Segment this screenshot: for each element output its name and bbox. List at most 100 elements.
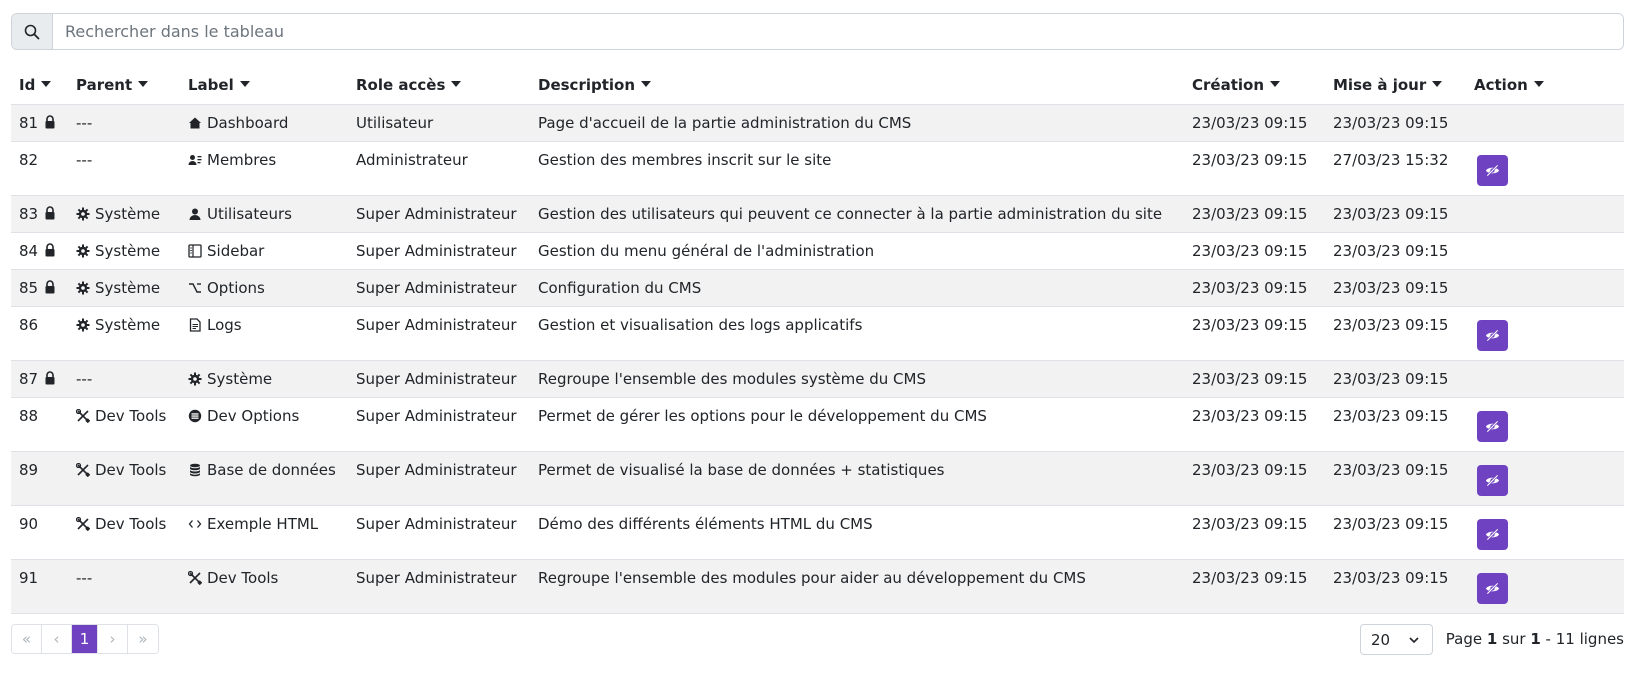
cell-description: Regroupe l'ensemble des modules système … bbox=[530, 360, 1184, 398]
table-row[interactable]: 84 Système Sidebar Super Administrateur Gest… bbox=[11, 232, 1624, 270]
cell-label: Sidebar bbox=[180, 232, 348, 270]
column-header-description[interactable]: Description bbox=[530, 66, 1184, 105]
table-row[interactable]: 91 --- Dev Tools Super Administrateur Regrou… bbox=[11, 559, 1624, 614]
cell-action bbox=[1466, 505, 1624, 560]
column-header-role[interactable]: Role accès bbox=[348, 66, 530, 105]
page-1-button[interactable]: 1 bbox=[72, 625, 98, 653]
cell-parent: Système bbox=[68, 195, 180, 233]
cell-label: Exemple HTML bbox=[180, 505, 348, 560]
cell-label: Base de données bbox=[180, 451, 348, 506]
cell-updated: 23/03/23 09:15 bbox=[1325, 397, 1466, 452]
cell-id: 85 bbox=[11, 269, 68, 307]
column-header-parent[interactable]: Parent bbox=[68, 66, 180, 105]
cell-updated: 23/03/23 09:15 bbox=[1325, 360, 1466, 398]
cell-description: Gestion des membres inscrit sur le site bbox=[530, 141, 1184, 196]
user-icon bbox=[188, 207, 202, 221]
column-header-creation[interactable]: Création bbox=[1184, 66, 1325, 105]
cell-parent: --- bbox=[68, 360, 180, 398]
cell-parent: Système bbox=[68, 269, 180, 307]
column-header-updated[interactable]: Mise à jour bbox=[1325, 66, 1466, 105]
cell-role: Super Administrateur bbox=[348, 360, 530, 398]
table-row[interactable]: 86 Système Logs Super Administrateur Gestion… bbox=[11, 306, 1624, 361]
cell-parent: --- bbox=[68, 104, 180, 142]
cell-id: 82 bbox=[11, 141, 68, 196]
table-row[interactable]: 88 Dev Tools Dev Options Super Administrate… bbox=[11, 397, 1624, 452]
tools-icon bbox=[76, 462, 90, 477]
cell-updated: 23/03/23 09:15 bbox=[1325, 104, 1466, 142]
cell-action bbox=[1466, 195, 1624, 233]
table-row[interactable]: 90 Dev Tools Exemple HTML Super Administrat… bbox=[11, 505, 1624, 560]
first-page-button[interactable]: « bbox=[12, 625, 42, 653]
cell-label: Options bbox=[180, 269, 348, 307]
cell-role: Super Administrateur bbox=[348, 306, 530, 361]
table-row[interactable]: 82 --- Membres Administrateur Gestion des me… bbox=[11, 141, 1624, 196]
table-row[interactable]: 81 --- Dashboard Utilisateur Page d'accueil … bbox=[11, 104, 1624, 142]
cell-created: 23/03/23 09:15 bbox=[1184, 269, 1325, 307]
cell-action bbox=[1466, 559, 1624, 614]
rows-per-page-select[interactable]: 20 bbox=[1360, 624, 1433, 655]
tools-icon bbox=[76, 408, 90, 423]
sort-caret-icon bbox=[41, 81, 52, 88]
cell-created: 23/03/23 09:15 bbox=[1184, 505, 1325, 560]
cell-updated: 27/03/23 15:32 bbox=[1325, 141, 1466, 196]
cell-label: Dev Tools bbox=[180, 559, 348, 614]
toggle-visibility-button[interactable] bbox=[1477, 518, 1508, 550]
cell-role: Super Administrateur bbox=[348, 505, 530, 560]
toggle-visibility-button[interactable] bbox=[1477, 319, 1508, 351]
sort-caret-icon bbox=[641, 81, 652, 88]
cell-role: Administrateur bbox=[348, 141, 530, 196]
table-row[interactable]: 83 Système Utilisateurs Super Administrateu… bbox=[11, 195, 1624, 233]
cell-role: Super Administrateur bbox=[348, 269, 530, 307]
cell-description: Regroupe l'ensemble des modules pour aid… bbox=[530, 559, 1184, 614]
cell-created: 23/03/23 09:15 bbox=[1184, 232, 1325, 270]
search-input[interactable] bbox=[53, 14, 1623, 49]
cell-created: 23/03/23 09:15 bbox=[1184, 559, 1325, 614]
code-icon bbox=[188, 517, 202, 531]
cell-parent: Système bbox=[68, 306, 180, 361]
cell-updated: 23/03/23 09:15 bbox=[1325, 505, 1466, 560]
cell-label: Logs bbox=[180, 306, 348, 361]
sort-caret-icon bbox=[1270, 81, 1280, 88]
column-header-label[interactable]: Label bbox=[180, 66, 348, 105]
column-header-id[interactable]: Id bbox=[11, 66, 68, 105]
cell-created: 23/03/23 09:15 bbox=[1184, 195, 1325, 233]
toggle-visibility-button[interactable] bbox=[1477, 572, 1508, 604]
toggle-visibility-button[interactable] bbox=[1477, 464, 1508, 496]
search-icon bbox=[12, 14, 53, 49]
cell-id: 88 bbox=[11, 397, 68, 452]
sort-caret-icon bbox=[451, 81, 462, 88]
cell-updated: 23/03/23 09:15 bbox=[1325, 306, 1466, 361]
table-header-row: Id Parent Label Role accès Description C… bbox=[11, 66, 1624, 105]
cell-role: Super Administrateur bbox=[348, 195, 530, 233]
lock-icon bbox=[44, 279, 56, 294]
last-page-button[interactable]: » bbox=[128, 625, 158, 653]
cell-action bbox=[1466, 104, 1624, 142]
cell-updated: 23/03/23 09:15 bbox=[1325, 451, 1466, 506]
table-row[interactable]: 87 --- Système Super Administrateur Regroupe… bbox=[11, 360, 1624, 398]
cell-label: Dashboard bbox=[180, 104, 348, 142]
sort-caret-icon bbox=[1533, 81, 1544, 88]
cell-id: 83 bbox=[11, 195, 68, 233]
cell-action bbox=[1466, 141, 1624, 196]
toggle-visibility-button[interactable] bbox=[1477, 410, 1508, 442]
database-icon bbox=[188, 463, 202, 477]
column-header-action[interactable]: Action bbox=[1466, 66, 1624, 105]
chevron-down-icon bbox=[1409, 637, 1419, 644]
next-page-button[interactable]: › bbox=[98, 625, 128, 653]
table-row[interactable]: 89 Dev Tools Base de données Super Administ… bbox=[11, 451, 1624, 506]
cell-created: 23/03/23 09:15 bbox=[1184, 306, 1325, 361]
toggle-visibility-button[interactable] bbox=[1477, 154, 1508, 186]
cell-description: Page d'accueil de la partie administrati… bbox=[530, 104, 1184, 142]
cell-id: 84 bbox=[11, 232, 68, 270]
cell-label: Système bbox=[180, 360, 348, 398]
table-row[interactable]: 85 Système Options Super Administrateur Conf… bbox=[11, 269, 1624, 307]
cell-description: Configuration du CMS bbox=[530, 269, 1184, 307]
cell-updated: 23/03/23 09:15 bbox=[1325, 195, 1466, 233]
prev-page-button[interactable]: ‹ bbox=[42, 625, 72, 653]
cell-updated: 23/03/23 09:15 bbox=[1325, 269, 1466, 307]
members-icon bbox=[188, 153, 202, 167]
cell-id: 86 bbox=[11, 306, 68, 361]
cell-updated: 23/03/23 09:15 bbox=[1325, 232, 1466, 270]
cell-role: Super Administrateur bbox=[348, 397, 530, 452]
tools-icon bbox=[188, 570, 202, 585]
